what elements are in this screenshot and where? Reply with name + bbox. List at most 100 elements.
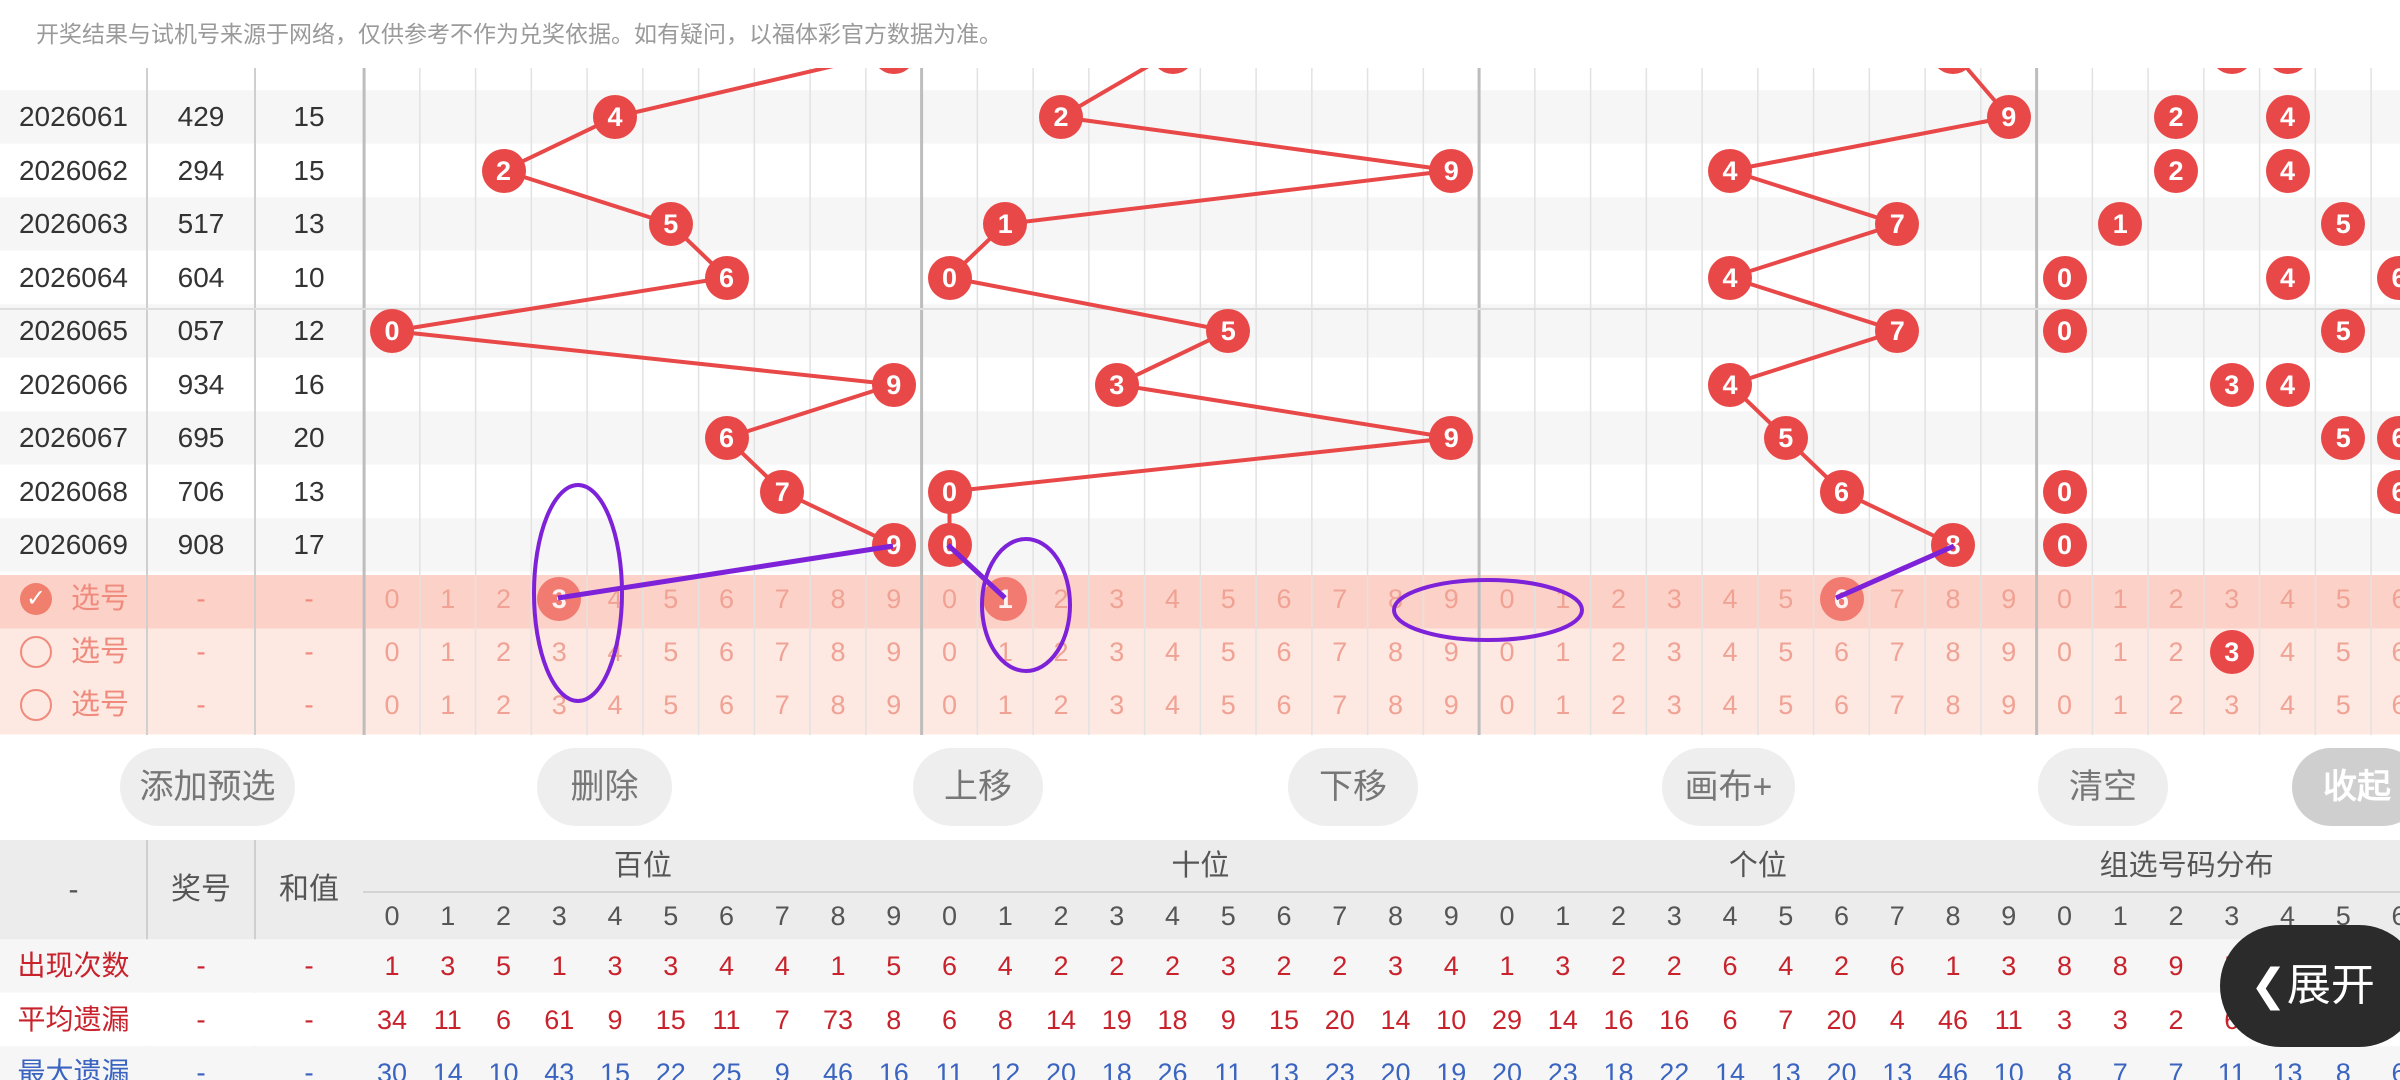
select-digit[interactable]: 8 — [812, 681, 864, 729]
select-digit[interactable]: 2 — [2150, 628, 2202, 676]
select-digit[interactable]: 5 — [2317, 681, 2369, 729]
select-digit[interactable]: 8 — [1370, 628, 1422, 676]
checkbox-checked-icon[interactable]: ✓ — [20, 583, 52, 615]
select-digit[interactable]: 9 — [868, 681, 920, 729]
select-digit[interactable]: 2 — [1593, 575, 1645, 623]
select-digit[interactable]: 4 — [589, 628, 641, 676]
select-digit[interactable]: 4 — [589, 575, 641, 623]
select-digit[interactable]: 1 — [1537, 681, 1589, 729]
select-digit[interactable]: 0 — [366, 681, 418, 729]
select-digit[interactable]: 6 — [1258, 575, 1310, 623]
select-digit[interactable]: 4 — [2262, 575, 2314, 623]
select-digit[interactable]: 4 — [1147, 575, 1199, 623]
select-digit[interactable]: 2 — [478, 575, 530, 623]
select-digit[interactable]: 1 — [2094, 681, 2146, 729]
select-digit[interactable]: 3 — [533, 628, 585, 676]
select-digit[interactable]: 5 — [1202, 628, 1254, 676]
select-digit[interactable]: 3 — [1648, 628, 1700, 676]
select-digit[interactable]: 6 — [1258, 628, 1310, 676]
select-digit[interactable]: 2 — [1593, 628, 1645, 676]
select-digit[interactable]: 7 — [756, 681, 808, 729]
select-digit[interactable]: 4 — [2262, 681, 2314, 729]
select-digit[interactable]: 0 — [2039, 575, 2091, 623]
select-digit[interactable]: 5 — [2317, 575, 2369, 623]
select-digit[interactable]: 5 — [645, 575, 697, 623]
select-digit[interactable]: 9 — [868, 628, 920, 676]
select-digit[interactable]: 7 — [1314, 628, 1366, 676]
select-digit[interactable]: 1 — [979, 681, 1031, 729]
select-digit[interactable]: 8 — [1370, 681, 1422, 729]
select-digit[interactable]: 2 — [478, 628, 530, 676]
select-digit[interactable]: 3 — [2206, 575, 2258, 623]
select-digit[interactable]: 1 — [1537, 628, 1589, 676]
select-digit[interactable]: 4 — [1704, 681, 1756, 729]
select-digit[interactable]: 1 — [422, 575, 474, 623]
select-digit[interactable]: 6 — [1816, 628, 1868, 676]
select-digit[interactable]: 4 — [1704, 628, 1756, 676]
action-button-0[interactable]: 添加预选 — [120, 748, 295, 826]
checkbox-icon[interactable] — [20, 636, 52, 668]
select-digit[interactable]: 6 — [701, 681, 753, 729]
select-digit[interactable]: 3 — [1091, 575, 1143, 623]
select-digit[interactable]: 6 — [701, 628, 753, 676]
select-digit[interactable]: 0 — [366, 628, 418, 676]
select-digit[interactable]: 0 — [366, 575, 418, 623]
select-digit[interactable]: 0 — [1481, 681, 1533, 729]
select-digit[interactable]: 9 — [1425, 681, 1477, 729]
select-digit[interactable]: 0 — [2039, 681, 2091, 729]
action-button-3[interactable]: 下移 — [1288, 748, 1418, 826]
select-digit[interactable]: 2 — [2150, 575, 2202, 623]
select-digit[interactable]: 2 — [1035, 575, 1087, 623]
select-digit[interactable]: 2 — [2150, 681, 2202, 729]
select-digit[interactable]: 5 — [645, 681, 697, 729]
select-digit[interactable]: 7 — [1314, 681, 1366, 729]
select-digit[interactable]: 9 — [1983, 628, 2035, 676]
select-digit[interactable]: 1 — [422, 628, 474, 676]
select-digit[interactable]: 8 — [1927, 575, 1979, 623]
select-digit[interactable]: 4 — [2262, 628, 2314, 676]
select-digit[interactable]: 2 — [1593, 681, 1645, 729]
checkbox-icon[interactable] — [20, 689, 52, 721]
select-digit[interactable]: 0 — [1481, 575, 1533, 623]
select-digit[interactable]: 4 — [1147, 681, 1199, 729]
select-digit[interactable]: 1 — [2094, 575, 2146, 623]
select-digit[interactable]: 2 — [1035, 628, 1087, 676]
select-digit[interactable]: 0 — [924, 681, 976, 729]
action-button-2[interactable]: 上移 — [913, 748, 1043, 826]
select-digit[interactable]: 7 — [756, 628, 808, 676]
select-digit[interactable]: 3 — [1091, 681, 1143, 729]
select-digit[interactable]: 4 — [1704, 575, 1756, 623]
select-digit[interactable]: 5 — [645, 628, 697, 676]
select-digit[interactable]: 3 — [2206, 681, 2258, 729]
select-digit[interactable]: 9 — [1983, 575, 2035, 623]
select-digit[interactable]: 2 — [1035, 681, 1087, 729]
action-button-5[interactable]: 清空 — [2038, 748, 2168, 826]
select-digit[interactable]: 6 — [2373, 628, 2400, 676]
action-button-1[interactable]: 删除 — [537, 748, 672, 826]
select-digit[interactable]: 4 — [1147, 628, 1199, 676]
select-digit[interactable]: 0 — [924, 575, 976, 623]
select-digit[interactable]: 8 — [1370, 575, 1422, 623]
select-digit[interactable]: 3 — [1648, 575, 1700, 623]
select-digit[interactable]: 9 — [1983, 681, 2035, 729]
select-digit[interactable]: 1 — [1537, 575, 1589, 623]
select-digit[interactable]: 5 — [2317, 628, 2369, 676]
select-digit[interactable]: 4 — [589, 681, 641, 729]
select-digit[interactable]: 5 — [1760, 575, 1812, 623]
select-digit[interactable]: 8 — [1927, 628, 1979, 676]
select-digit[interactable]: 7 — [1871, 681, 1923, 729]
select-digit[interactable]: 6 — [1816, 681, 1868, 729]
select-digit[interactable]: 9 — [868, 575, 920, 623]
select-digit[interactable]: 6 — [2373, 681, 2400, 729]
select-digit[interactable]: 7 — [1871, 628, 1923, 676]
select-digit[interactable]: 9 — [1425, 575, 1477, 623]
select-digit[interactable]: 8 — [812, 628, 864, 676]
select-digit[interactable]: 3 — [1648, 681, 1700, 729]
expand-button[interactable]: ❮展开 — [2220, 925, 2400, 1047]
select-digit[interactable]: 5 — [1202, 575, 1254, 623]
select-digit[interactable]: 6 — [1258, 681, 1310, 729]
select-digit[interactable]: 1 — [979, 628, 1031, 676]
select-digit[interactable]: 1 — [2094, 628, 2146, 676]
select-digit[interactable]: 5 — [1760, 681, 1812, 729]
select-digit[interactable]: 0 — [1481, 628, 1533, 676]
